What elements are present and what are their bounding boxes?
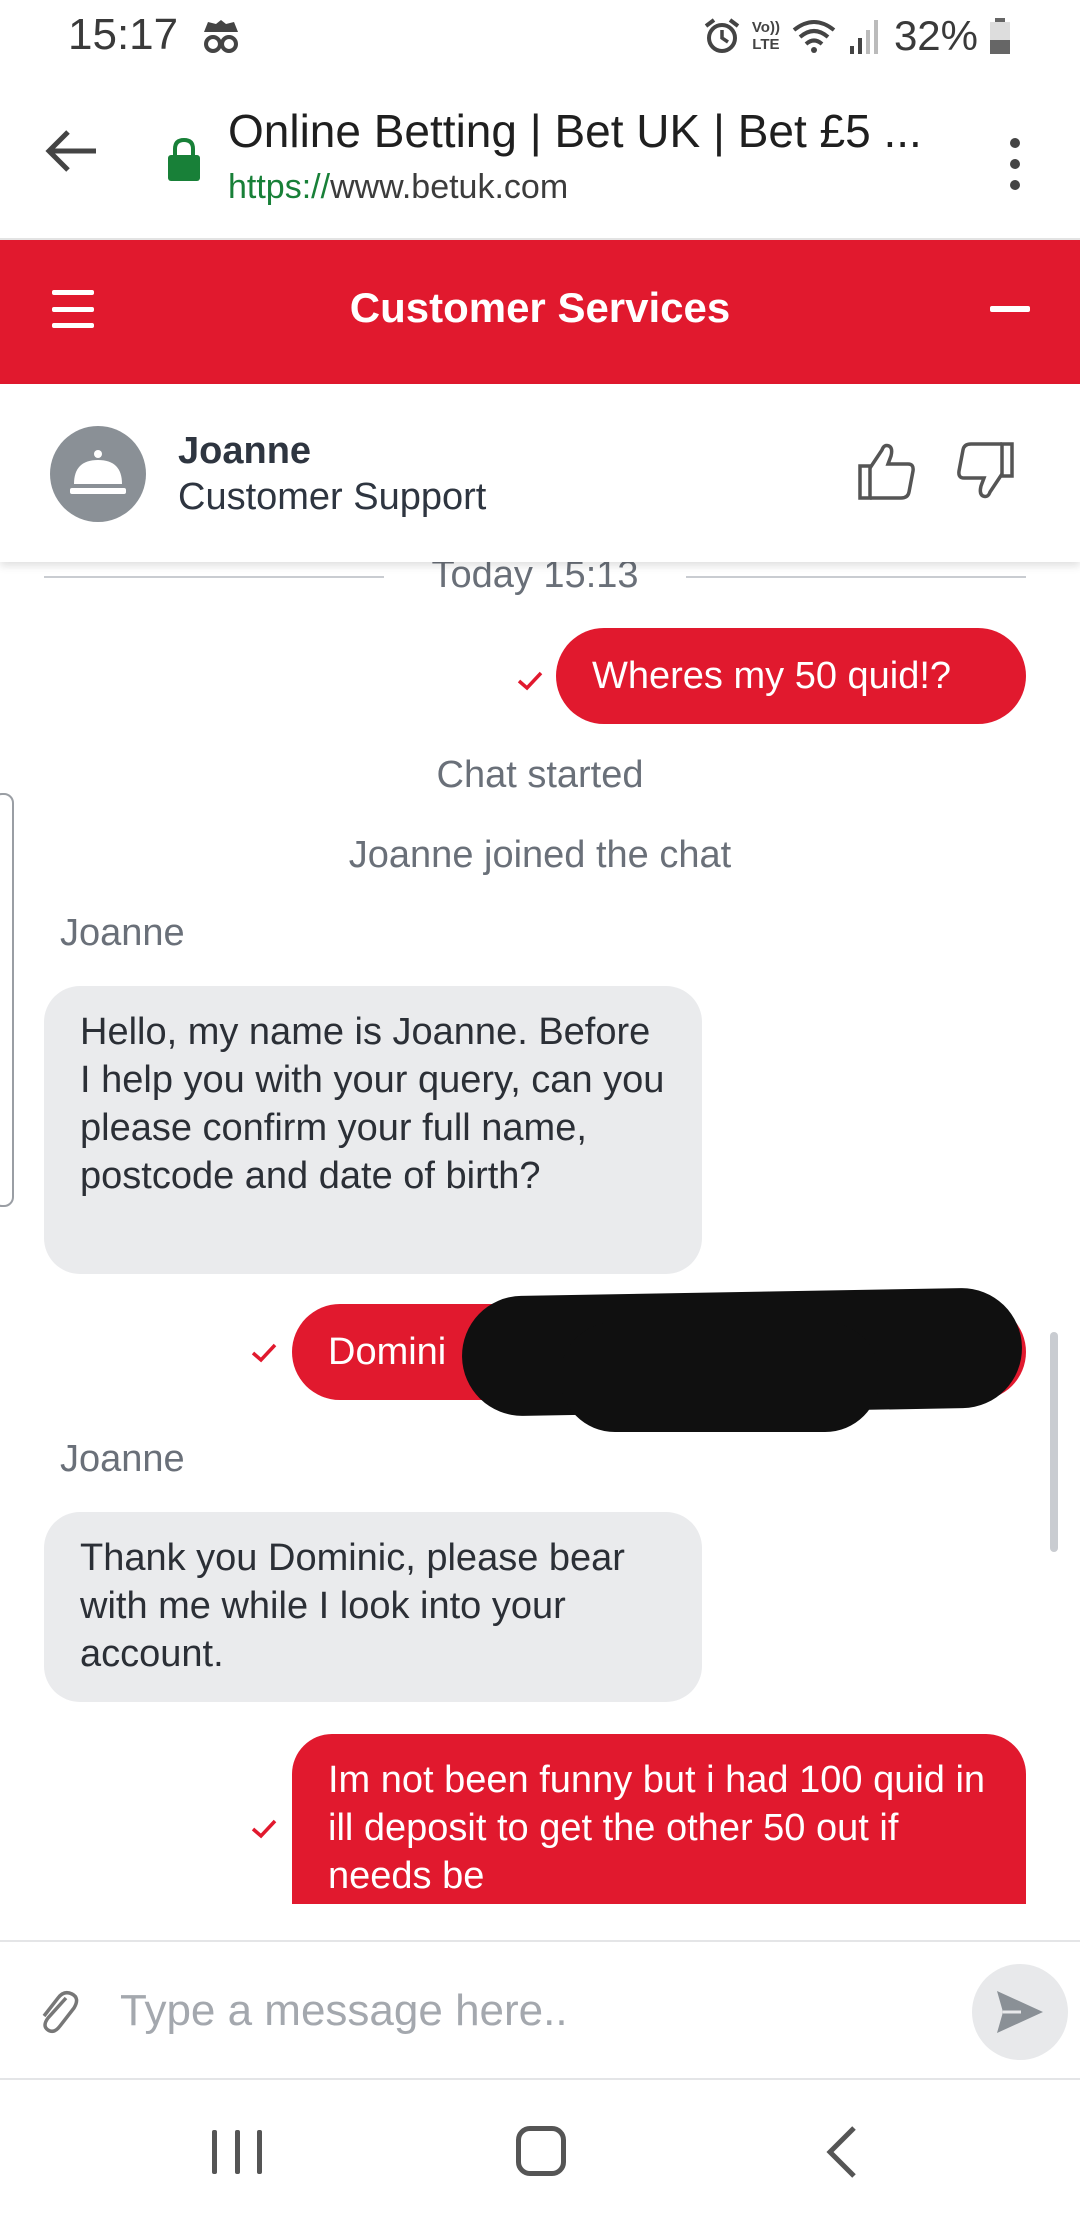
status-time: 15:17	[68, 10, 179, 59]
nav-back-icon[interactable]	[818, 2124, 868, 2180]
side-drawer-handle[interactable]	[0, 793, 14, 1207]
volte-icon: Vo)) LTE	[751, 19, 780, 53]
message-outgoing: Wheres my 50 quid!?	[556, 628, 1026, 724]
url-scheme: https://	[228, 168, 331, 206]
agent-avatar	[50, 426, 146, 522]
message-input[interactable]	[120, 1976, 940, 2046]
signal-icon	[849, 20, 878, 54]
send-button[interactable]	[972, 1964, 1068, 2060]
page-title: Online Betting | Bet UK | Bet £5 ...	[228, 105, 922, 157]
message-sender: Joanne	[60, 1438, 185, 1480]
message-outgoing: Im not been funny but i had 100 quid in …	[292, 1734, 1026, 1904]
system-message: Chat started	[436, 754, 644, 796]
agent-name: Joanne	[178, 430, 312, 472]
thumbs-up-icon[interactable]	[856, 440, 918, 502]
system-nav-bar	[0, 2080, 1080, 2220]
paperclip-icon[interactable]	[36, 1986, 80, 2036]
incognito-icon	[204, 20, 238, 53]
browser-back-button[interactable]	[36, 116, 106, 186]
date-separator: Today 15:13	[44, 562, 1026, 596]
sent-check-icon	[517, 671, 543, 691]
agent-role: Customer Support	[178, 476, 487, 518]
chat-transcript[interactable]: Today 15:13 Wheres my 50 quid!? Chat sta…	[0, 562, 1080, 1904]
arrow-left-icon	[45, 130, 96, 172]
system-message: Joanne joined the chat	[348, 834, 732, 876]
battery-percent: 32%	[893, 12, 978, 59]
chat-header-title: Customer Services	[349, 284, 731, 331]
chat-scrollbar[interactable]	[1050, 1332, 1058, 1552]
message-incoming: Thank you Dominic, please bear with me w…	[44, 1512, 702, 1702]
message-sender: Joanne	[60, 912, 185, 954]
lock-icon	[168, 137, 200, 181]
service-bell-icon	[70, 450, 126, 494]
agent-info-bar: Joanne Customer Support	[0, 384, 1080, 562]
sent-check-icon	[251, 1819, 277, 1839]
browser-toolbar: Online Betting | Bet UK | Bet £5 ... htt…	[0, 74, 1080, 240]
status-icons: Vo)) LTE 32%	[702, 10, 1012, 62]
chat-header: Customer Services	[0, 240, 1080, 384]
battery-icon	[990, 18, 1010, 54]
url-host: www.betuk.com	[330, 168, 569, 206]
sent-check-icon	[251, 1343, 277, 1363]
status-bar: 15:17 Vo)) LTE 32%	[0, 0, 1080, 74]
url-bar[interactable]: https://www.betuk.com	[228, 168, 568, 207]
message-composer	[0, 1940, 1080, 2080]
thumbs-down-icon[interactable]	[954, 440, 1016, 502]
send-icon	[997, 1991, 1043, 2033]
minimize-button[interactable]	[990, 306, 1030, 312]
recents-button[interactable]	[212, 2130, 262, 2174]
browser-menu-button[interactable]	[990, 124, 1040, 204]
redaction-mark	[560, 1322, 880, 1432]
home-button[interactable]	[516, 2126, 566, 2176]
wifi-icon	[792, 20, 836, 53]
message-incoming: Hello, my name is Joanne. Before I help …	[44, 986, 702, 1274]
alarm-icon	[704, 18, 740, 53]
